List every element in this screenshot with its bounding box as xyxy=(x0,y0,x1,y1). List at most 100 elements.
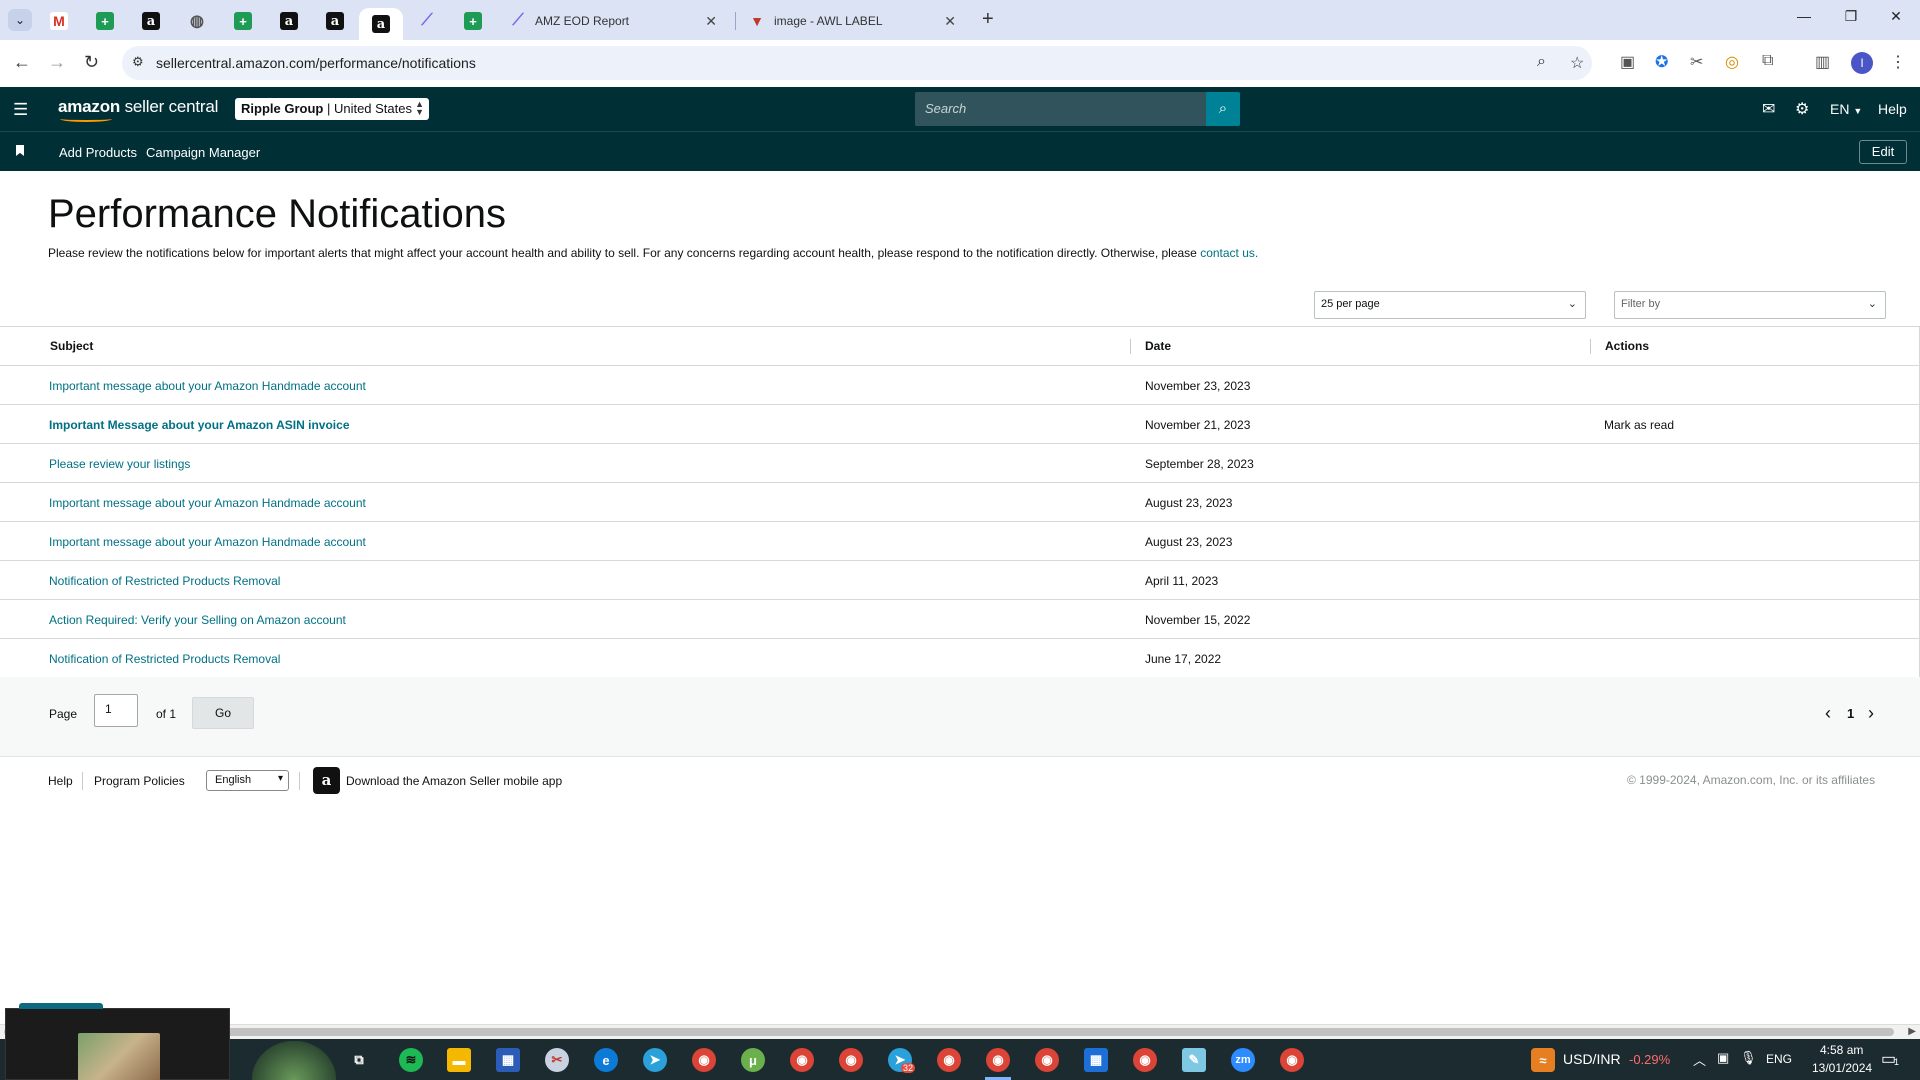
scroll-right-arrow-icon[interactable]: ▶ xyxy=(1908,1026,1916,1037)
address-bar[interactable]: ⚙ sellercentral.amazon.com/performance/n… xyxy=(122,46,1592,80)
close-icon[interactable]: ✕ xyxy=(944,13,956,30)
browser-tab-amz-eod-report[interactable]: ⟋ AMZ EOD Report ✕ xyxy=(499,6,727,36)
next-page-chevron-icon[interactable]: › xyxy=(1868,703,1874,724)
minimize-icon[interactable]: — xyxy=(1784,8,1824,24)
spotify-icon[interactable]: ≋ xyxy=(399,1048,423,1072)
new-tab-plus-icon[interactable]: + xyxy=(982,9,994,29)
zoom-icon[interactable]: ⌕ xyxy=(1537,53,1546,71)
per-page-select[interactable]: 25 per page ⌄ xyxy=(1314,291,1586,319)
tab-search-chevron-icon[interactable]: ⌄ xyxy=(8,9,32,31)
profile-avatar[interactable]: I xyxy=(1851,52,1873,74)
help-link[interactable]: Help xyxy=(1878,101,1907,117)
notification-subject-link[interactable]: Notification of Restricted Products Remo… xyxy=(49,574,280,588)
footer-help-link[interactable]: Help xyxy=(48,774,73,788)
notification-subject-link[interactable]: Action Required: Verify your Selling on … xyxy=(49,613,346,627)
page-number-input[interactable]: 1 xyxy=(94,694,138,727)
chrome-profile-icon[interactable]: ◉ xyxy=(1035,1048,1059,1072)
search-icon[interactable]: ⌕ xyxy=(1206,92,1240,126)
zoom-app-icon[interactable]: zm xyxy=(1231,1048,1255,1072)
task-view-icon[interactable]: ⧉ xyxy=(347,1048,371,1072)
notification-subject-link[interactable]: Important Message about your Amazon ASIN… xyxy=(49,418,350,432)
notification-subject-link[interactable]: Important message about your Amazon Hand… xyxy=(49,379,366,393)
mail-icon[interactable]: ✉ xyxy=(1762,99,1775,119)
browser-tab-sheets[interactable]: + xyxy=(83,6,127,36)
column-header-subject[interactable]: Subject xyxy=(50,339,93,353)
seller-central-logo[interactable]: amazon seller central xyxy=(58,97,218,122)
current-page-number[interactable]: 1 xyxy=(1847,706,1854,721)
column-header-date[interactable]: Date xyxy=(1145,339,1171,353)
download-app-link[interactable]: Download the Amazon Seller mobile app xyxy=(346,774,562,788)
hamburger-menu-icon[interactable]: ☰ xyxy=(13,100,28,120)
kebab-menu-icon[interactable]: ⋮ xyxy=(1890,52,1906,72)
chrome-profile-icon[interactable]: ◉ xyxy=(986,1048,1010,1072)
window-preview-thumbnail[interactable] xyxy=(5,1003,230,1080)
chrome-profile-icon[interactable]: ◉ xyxy=(1280,1048,1304,1072)
camera-icon[interactable]: ▣ xyxy=(1717,1050,1729,1066)
chrome-profile-icon[interactable]: ◉ xyxy=(1133,1048,1157,1072)
site-info-icon[interactable]: ⚙ xyxy=(132,54,144,70)
restore-icon[interactable]: ❐ xyxy=(1831,8,1871,25)
forward-arrow-icon[interactable]: → xyxy=(48,52,66,73)
filter-select[interactable]: Filter by ⌄ xyxy=(1614,291,1886,319)
bookmark-campaign-manager[interactable]: Campaign Manager xyxy=(146,145,260,160)
edge-icon[interactable]: e xyxy=(594,1048,618,1072)
gear-icon[interactable]: ⚙ xyxy=(1795,99,1809,119)
contact-us-link[interactable]: contact us. xyxy=(1200,246,1258,260)
notification-subject-link[interactable]: Important message about your Amazon Hand… xyxy=(49,535,366,549)
reload-icon[interactable]: ↻ xyxy=(84,52,99,73)
mark-as-read-link[interactable]: Mark as read xyxy=(1604,418,1674,432)
telegram-icon[interactable]: ➤ xyxy=(643,1048,667,1072)
browser-tab-sheets[interactable]: + xyxy=(221,6,265,36)
ticker-symbol[interactable]: USD/INR xyxy=(1563,1051,1621,1067)
notification-subject-link[interactable]: Important message about your Amazon Hand… xyxy=(49,496,366,510)
extensions-puzzle-icon[interactable]: ⧉ xyxy=(1762,52,1773,70)
chrome-profile-icon[interactable]: ◉ xyxy=(839,1048,863,1072)
amazon-seller-app-icon[interactable]: a xyxy=(313,767,340,794)
chrome-icon[interactable]: ◉ xyxy=(692,1048,716,1072)
browser-tab-globe[interactable]: ◍ xyxy=(175,6,219,36)
bookmark-star-icon[interactable]: ☆ xyxy=(1570,53,1584,73)
extension-orange-icon[interactable]: ◎ xyxy=(1725,52,1739,72)
tray-chevron-up-icon[interactable]: ︿ xyxy=(1693,1050,1706,1069)
side-panel-icon[interactable]: ▥ xyxy=(1815,52,1830,72)
notification-subject-link[interactable]: Please review your listings xyxy=(49,457,190,471)
browser-tab-amazon[interactable]: a xyxy=(129,6,173,36)
go-button[interactable]: Go xyxy=(192,697,254,729)
browser-tab-clickup[interactable]: ⟋ xyxy=(405,6,449,36)
clock-date[interactable]: 13/01/2024 xyxy=(1812,1061,1872,1075)
prev-page-chevron-icon[interactable]: ‹ xyxy=(1825,703,1831,724)
input-language[interactable]: ENG xyxy=(1766,1052,1792,1066)
scrollbar-thumb[interactable] xyxy=(4,1028,1894,1036)
close-icon[interactable]: ✕ xyxy=(705,13,717,30)
browser-tab-amazon[interactable]: a xyxy=(267,6,311,36)
browser-tab-amazon[interactable]: a xyxy=(313,6,357,36)
extension-blue-icon[interactable]: ✪ xyxy=(1655,52,1668,72)
browser-tab-active-amazon[interactable]: a xyxy=(359,8,403,40)
extension-off-icon[interactable]: ▣ xyxy=(1620,52,1635,72)
store-selector[interactable]: Ripple Group | United States ▲ ▼ xyxy=(235,98,429,120)
window-close-icon[interactable]: ✕ xyxy=(1876,8,1916,25)
language-selector[interactable]: EN ▼ xyxy=(1830,101,1862,117)
edit-bookmarks-button[interactable]: Edit xyxy=(1859,140,1907,164)
chrome-profile-icon[interactable]: ◉ xyxy=(937,1048,961,1072)
clock-time[interactable]: 4:58 am xyxy=(1820,1043,1863,1057)
snipping-tool-icon[interactable]: ✂ xyxy=(545,1048,569,1072)
search-input[interactable]: Search xyxy=(925,101,1175,116)
microphone-icon[interactable]: 🎙 xyxy=(1740,1050,1757,1066)
footer-program-policies-link[interactable]: Program Policies xyxy=(94,774,185,788)
horizontal-scrollbar[interactable]: ▶ xyxy=(0,1024,1920,1039)
footer-language-select[interactable]: English ▾ xyxy=(206,770,289,791)
browser-tab-sheets[interactable]: + xyxy=(451,6,495,36)
bookmark-icon[interactable] xyxy=(16,145,24,156)
notification-subject-link[interactable]: Notification of Restricted Products Remo… xyxy=(49,652,280,666)
calculator-icon[interactable]: ▦ xyxy=(496,1048,520,1072)
bookmark-add-products[interactable]: Add Products xyxy=(59,145,137,160)
calendar-icon[interactable]: ▦ xyxy=(1084,1048,1108,1072)
back-arrow-icon[interactable]: ← xyxy=(13,52,31,73)
browser-tab-awl-label[interactable]: ▼ image - AWL LABEL ✕ xyxy=(738,6,966,36)
chrome-profile-icon[interactable]: ◉ xyxy=(790,1048,814,1072)
extension-scissors-icon[interactable]: ✂ xyxy=(1690,52,1703,72)
ticker-icon[interactable]: ≈ xyxy=(1531,1048,1555,1072)
utorrent-icon[interactable]: μ xyxy=(741,1048,765,1072)
notepad-icon[interactable]: ✎ xyxy=(1182,1048,1206,1072)
